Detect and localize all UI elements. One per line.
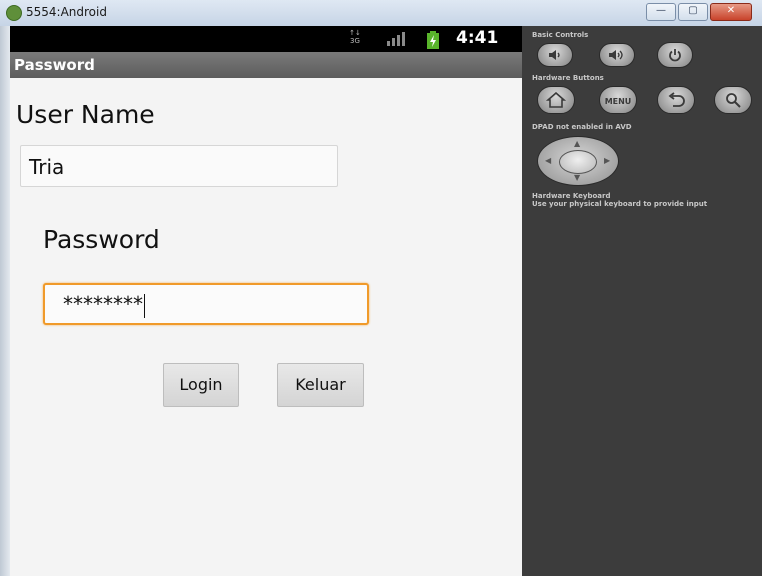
dpad-up-icon: ▲ xyxy=(574,139,581,148)
text-cursor xyxy=(144,293,145,318)
hardware-keyboard-label: Hardware Keyboard xyxy=(532,192,611,200)
maximize-button[interactable]: ▢ xyxy=(678,3,708,21)
menu-button-label: MENU xyxy=(604,97,632,106)
power-button[interactable] xyxy=(657,42,693,68)
volume-down-button[interactable] xyxy=(537,43,573,67)
device-screen: ↑↓ 3G 4:41 Password User Name Tria Passwo… xyxy=(10,26,522,576)
network-type: 3G xyxy=(350,37,360,45)
window-titlebar: 5554:Android — ▢ ✕ xyxy=(0,0,762,27)
password-field[interactable]: ******** xyxy=(43,283,369,325)
hardware-keyboard-hint: Use your physical keyboard to provide in… xyxy=(532,200,708,208)
window-controls: — ▢ ✕ xyxy=(646,3,752,21)
title-bar: Password xyxy=(10,52,522,78)
volume-up-button[interactable] xyxy=(599,43,635,67)
status-bar: ↑↓ 3G 4:41 xyxy=(10,26,522,52)
home-button[interactable] xyxy=(537,86,575,114)
dpad-left-icon: ◀ xyxy=(545,156,552,165)
signal-icon xyxy=(387,32,405,46)
dpad-right-icon: ▶ xyxy=(604,156,611,165)
dpad[interactable]: ▲ ▼ ◀ ▶ xyxy=(537,136,619,186)
power-icon xyxy=(669,49,681,62)
dpad-status-label: DPAD not enabled in AVD xyxy=(532,123,632,131)
menu-button[interactable]: MENU xyxy=(599,86,637,114)
app-title: Password xyxy=(14,56,95,74)
dpad-down-icon: ▼ xyxy=(574,173,581,182)
minimize-button[interactable]: — xyxy=(646,3,676,21)
exit-button[interactable]: Keluar xyxy=(277,363,364,407)
basic-controls-label: Basic Controls xyxy=(532,31,589,39)
network-icon: ↑↓ 3G xyxy=(349,29,361,45)
login-button[interactable]: Login xyxy=(163,363,239,407)
volume-up-icon xyxy=(609,50,623,60)
window-title: 5554:Android xyxy=(26,5,107,19)
desktop-edge xyxy=(0,26,10,576)
home-icon xyxy=(546,92,566,108)
battery-icon xyxy=(427,31,439,49)
close-button[interactable]: ✕ xyxy=(710,3,752,21)
password-value: ******** xyxy=(63,292,143,316)
status-clock: 4:41 xyxy=(456,28,499,48)
password-label: Password xyxy=(43,225,160,254)
volume-down-icon xyxy=(549,50,560,60)
back-button[interactable] xyxy=(657,86,695,114)
back-icon xyxy=(668,92,685,107)
username-field[interactable]: Tria xyxy=(20,145,338,187)
hardware-buttons-label: Hardware Buttons xyxy=(532,74,604,82)
android-icon xyxy=(6,5,22,21)
dpad-center-button[interactable] xyxy=(559,150,597,174)
username-label: User Name xyxy=(16,100,155,129)
emulator-controls-panel: Basic Controls Hardware Buttons MENU DPA… xyxy=(522,26,762,576)
search-icon xyxy=(726,93,741,108)
search-button[interactable] xyxy=(714,86,752,114)
